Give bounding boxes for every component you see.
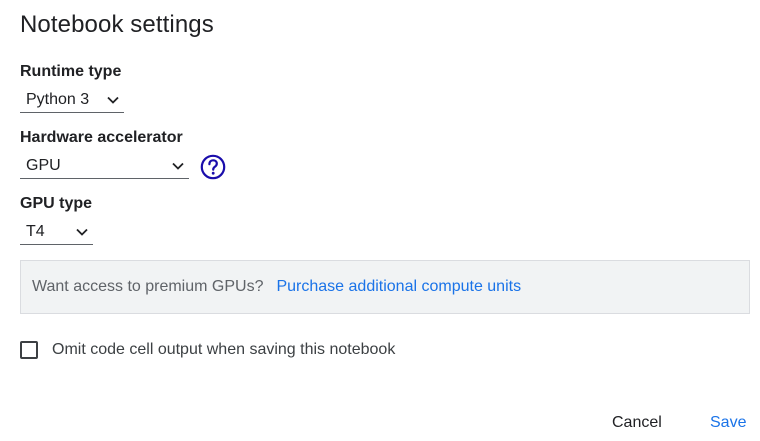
runtime-type-value: Python 3 xyxy=(26,90,90,108)
cancel-button[interactable]: Cancel xyxy=(612,412,662,434)
premium-gpu-banner: Want access to premium GPUs? Purchase ad… xyxy=(20,260,750,314)
omit-output-checkbox[interactable] xyxy=(20,341,38,359)
omit-output-label: Omit code cell output when saving this n… xyxy=(52,341,396,358)
gpu-type-label: GPU type xyxy=(20,195,93,212)
hardware-accelerator-value: GPU xyxy=(26,156,61,174)
chevron-down-icon xyxy=(106,95,120,105)
runtime-type-select[interactable]: Python 3 xyxy=(20,87,124,113)
save-button[interactable]: Save xyxy=(710,412,746,434)
dialog-title: Notebook settings xyxy=(20,11,214,38)
chevron-down-icon xyxy=(75,227,89,237)
gpu-type-value: T4 xyxy=(26,222,45,240)
notebook-settings-dialog: Notebook settings Runtime type Python 3 … xyxy=(0,0,760,441)
hardware-accelerator-select[interactable]: GPU xyxy=(20,153,189,179)
gpu-type-select[interactable]: T4 xyxy=(20,219,93,245)
purchase-compute-units-link[interactable]: Purchase additional compute units xyxy=(276,278,521,296)
hardware-accelerator-label: Hardware accelerator xyxy=(20,129,183,146)
banner-text: Want access to premium GPUs? xyxy=(32,278,264,295)
runtime-type-label: Runtime type xyxy=(20,63,122,80)
help-circle-icon[interactable] xyxy=(200,154,226,180)
chevron-down-icon xyxy=(171,161,185,171)
omit-output-option[interactable]: Omit code cell output when saving this n… xyxy=(20,339,395,361)
